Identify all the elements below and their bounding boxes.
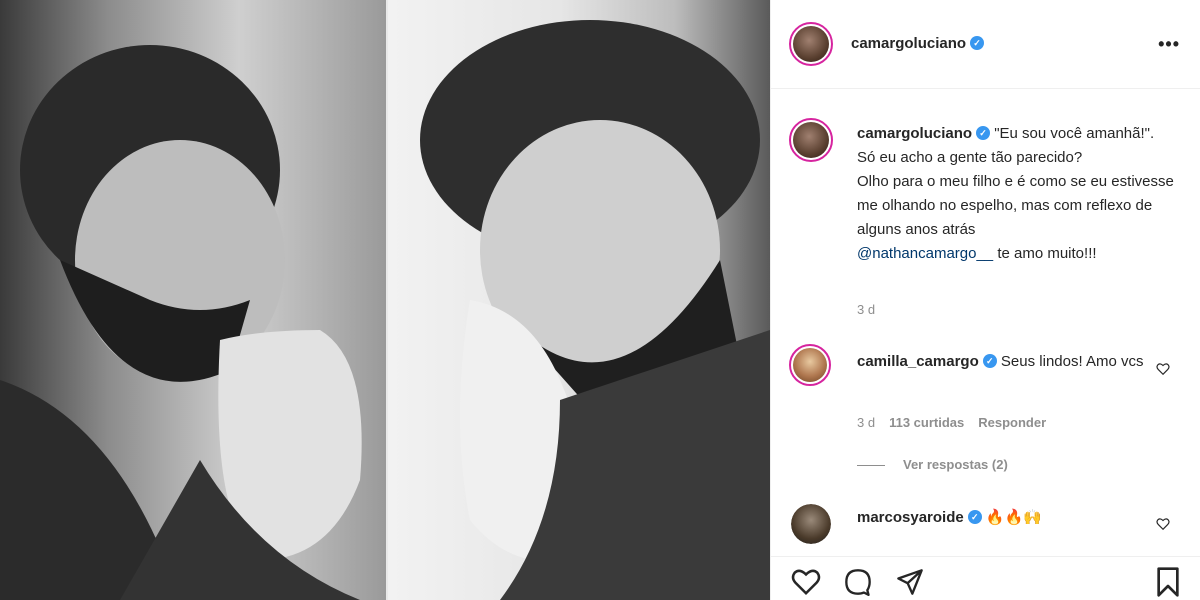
caption-mention-link[interactable]: @nathancamargo__: [857, 245, 993, 262]
caption-avatar[interactable]: [789, 118, 833, 162]
comment-2-verified-badge-icon: ✓: [967, 509, 982, 524]
replies-line: [857, 465, 885, 467]
comment-1-time[interactable]: 3 d: [857, 415, 875, 430]
comment-1-username[interactable]: camilla_camargo: [857, 353, 979, 370]
post-caption: camargoluciano ✓ "Eu sou você amanhã!". S…: [857, 122, 1177, 266]
caption-username[interactable]: camargoluciano: [857, 125, 972, 142]
caption-time[interactable]: 3 d: [857, 302, 875, 317]
view-replies-button[interactable]: Ver respostas (2): [857, 457, 1008, 472]
caption-line-2: Só eu acho a gente tão parecido?: [857, 149, 1083, 166]
comment-1-meta: 3 d 113 curtidas Responder: [857, 415, 1060, 430]
comment-avatar-marcos-image: [791, 504, 831, 544]
author-avatar-image: [793, 26, 829, 62]
comment-1-like-heart-icon[interactable]: [1156, 362, 1170, 376]
instagram-post: camargoluciano ✓ ••• camargoluciano ✓ "Eu …: [0, 0, 1200, 600]
comment-1-likes[interactable]: 113 curtidas: [889, 415, 964, 430]
post-photo[interactable]: [0, 0, 770, 600]
comment-2-like-heart-icon[interactable]: [1156, 517, 1170, 531]
comment-1: camilla_camargo ✓ Seus lindos! Amo vcs: [857, 350, 1147, 374]
comment-avatar-camilla-image: [793, 348, 827, 382]
bookmark-icon[interactable]: [1153, 566, 1183, 598]
comment-avatar-marcos[interactable]: [791, 504, 831, 544]
comment-1-text: Seus lindos! Amo vcs: [1000, 353, 1144, 370]
header-divider: [771, 88, 1200, 89]
comment-2-username[interactable]: marcosyaroide: [857, 509, 964, 526]
caption-line-3: Olho para o meu filho e é como se eu est…: [857, 173, 1174, 238]
header-username[interactable]: camargoluciano ✓: [851, 35, 985, 52]
comment-2: marcosyaroide ✓ 🔥🔥🙌: [857, 506, 1147, 530]
post-side-panel: camargoluciano ✓ ••• camargoluciano ✓ "Eu …: [770, 0, 1200, 600]
heart-icon[interactable]: [791, 568, 821, 596]
more-options-icon[interactable]: •••: [1158, 34, 1180, 55]
comment-avatar-camilla[interactable]: [789, 344, 831, 386]
caption-line-1: "Eu sou você amanhã!".: [994, 125, 1155, 142]
share-icon[interactable]: [895, 568, 925, 596]
caption-tail: te amo muito!!!: [993, 245, 1097, 262]
comment-2-text: 🔥🔥🙌: [985, 509, 1042, 526]
caption-avatar-image: [793, 122, 829, 158]
comment-1-verified-badge-icon: ✓: [982, 353, 997, 368]
comment-icon[interactable]: [843, 568, 873, 596]
photo-silhouettes: [0, 20, 770, 600]
view-replies-label[interactable]: Ver respostas (2): [903, 457, 1008, 472]
author-avatar[interactable]: [789, 22, 833, 66]
comment-1-reply-button[interactable]: Responder: [978, 415, 1046, 430]
actions-divider: [771, 556, 1200, 557]
verified-badge-icon: ✓: [970, 35, 985, 50]
header-username-text[interactable]: camargoluciano: [851, 35, 966, 52]
caption-verified-badge-icon: ✓: [976, 125, 991, 140]
